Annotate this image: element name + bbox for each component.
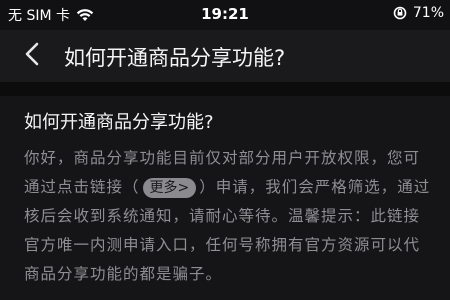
battery-percentage: 71% xyxy=(412,5,444,21)
more-link-button[interactable]: 更多> xyxy=(142,178,197,198)
body-line: 核后会收到系统通知，请耐心等待。温馨提示：此链接 xyxy=(24,207,421,225)
page-title: 如何开通商品分享功能? xyxy=(64,46,286,70)
section-divider xyxy=(0,82,450,96)
body-text: ）申请，我们会严格筛选，通过 xyxy=(199,178,431,196)
body-line: 通过点击链接（ 更多> ）申请，我们会严格筛选，通过 xyxy=(24,173,450,202)
status-bar: 无 SIM 卡 19:21 71% xyxy=(0,0,450,30)
article-body: 你好，商品分享功能目前仅对部分用户开放权限，您可 通过点击链接（ 更多> ）申请，我… xyxy=(24,144,450,289)
back-button[interactable] xyxy=(18,42,46,70)
status-right: 71% xyxy=(393,5,444,21)
body-line: 商品分享功能的都是骗子。 xyxy=(24,265,223,283)
body-line: 官方唯一内测申请入口，任何号称拥有官方资源可以代 xyxy=(24,236,421,254)
body-text: 通过点击链接（ xyxy=(24,178,140,196)
navigation-bar: 如何开通商品分享功能? xyxy=(0,30,450,82)
orientation-lock-icon xyxy=(393,6,407,20)
article-content: 如何开通商品分享功能? 你好，商品分享功能目前仅对部分用户开放权限，您可 通过点… xyxy=(0,96,450,300)
chevron-left-icon xyxy=(25,42,39,70)
article-title: 如何开通商品分享功能? xyxy=(24,112,214,133)
body-line: 你好，商品分享功能目前仅对部分用户开放权限，您可 xyxy=(24,149,421,167)
clock: 19:21 xyxy=(201,5,249,23)
